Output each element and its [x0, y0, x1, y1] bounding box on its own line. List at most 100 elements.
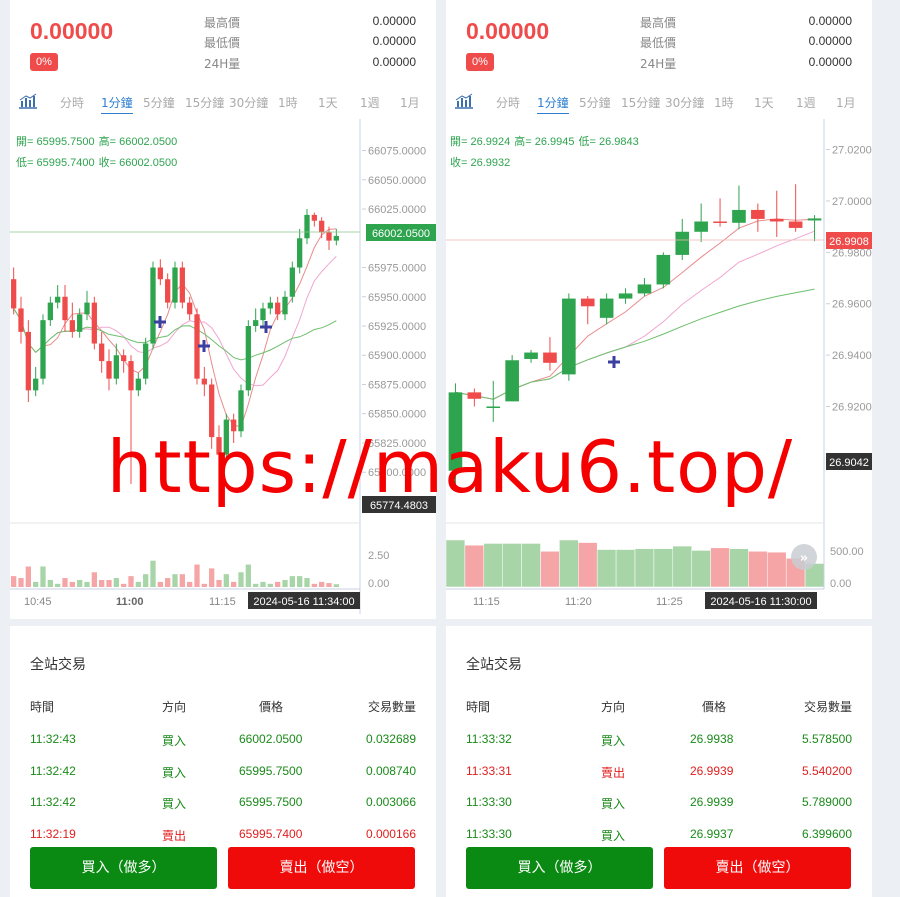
tab-1min[interactable]: 1分鐘: [537, 94, 569, 114]
volume-bar: [231, 581, 237, 587]
tab-1day[interactable]: 1天: [754, 94, 774, 111]
tab-1month[interactable]: 1月: [836, 94, 856, 111]
trade-side: 買入: [601, 828, 626, 843]
indicator-chart-icon[interactable]: [18, 93, 38, 109]
volume-axis-label: 0.00: [368, 578, 389, 590]
scroll-to-latest-icon[interactable]: »: [791, 544, 817, 570]
price-axis-label: 27.0200: [832, 145, 872, 157]
trade-price: 26.9939: [690, 763, 734, 778]
tab-1hour[interactable]: 1時: [714, 94, 734, 111]
volume-bar: [483, 543, 503, 588]
volume-bar: [559, 539, 579, 588]
candle-body: [11, 279, 17, 309]
trade-time: 11:33:32: [466, 732, 512, 746]
volume-bar: [729, 548, 749, 588]
volume-bar: [333, 584, 339, 587]
candlestick-chart[interactable]: 開= 65995.7500 高= 66002.0500 低= 65995.7400…: [10, 119, 436, 619]
trade-time: 11:32:42: [30, 763, 76, 778]
candle-body: [179, 267, 185, 303]
volume-bar: [179, 574, 185, 587]
candle-body: [618, 293, 633, 299]
candle-body: [311, 214, 317, 221]
volume-bar: [446, 539, 466, 588]
trade-time: 11:33:31: [466, 763, 512, 778]
tab-1month[interactable]: 1月: [400, 94, 420, 111]
ma20-line: [13, 308, 337, 361]
candle-body: [157, 267, 163, 280]
candle-body: [580, 298, 595, 307]
trades-title: 全站交易: [30, 657, 86, 673]
trade-row: 11:32:19 賣出 65995.7400 0.000166: [10, 827, 436, 847]
candle-body: [713, 221, 727, 223]
tab-15min[interactable]: 15分鐘: [185, 94, 224, 111]
stat-low-label: 最低價: [640, 36, 677, 50]
tab-1day[interactable]: 1天: [318, 94, 338, 111]
tab-15min[interactable]: 15分鐘: [621, 94, 660, 111]
price-axis-label: 65875.0000: [368, 379, 426, 391]
trade-time: 11:32:42: [30, 795, 76, 809]
tab-1week[interactable]: 1週: [360, 94, 380, 111]
sell-short-button[interactable]: 賣出（做空）: [664, 847, 851, 889]
signal-marker-icon: [608, 356, 620, 368]
trade-price: 26.9939: [690, 795, 734, 809]
price-axis-label: 65850.0000: [368, 409, 426, 421]
candle-body: [505, 360, 519, 402]
tab-1week[interactable]: 1週: [796, 94, 816, 111]
trade-qty: 5.789000: [801, 795, 852, 809]
ohlc-high: 高= 66002.0500: [99, 134, 178, 148]
time-axis-label: 11:15: [473, 596, 500, 608]
trade-row: 11:33:31 賣出 26.9939 5.540200: [446, 764, 872, 784]
buy-long-button[interactable]: 買入（做多）: [466, 847, 653, 889]
tab-30min[interactable]: 30分鐘: [665, 94, 704, 111]
crosshair-price-tag: 26.9042: [829, 457, 869, 469]
tab-time-share[interactable]: 分時: [496, 94, 520, 111]
trade-row: 11:33:32 買入 26.9938 5.578500: [446, 732, 872, 752]
trade-price: 66002.0500: [239, 732, 303, 746]
tab-time-share[interactable]: 分時: [60, 94, 84, 111]
volume-bar: [113, 578, 119, 587]
trade-price: 26.9938: [690, 732, 734, 746]
volume-bar: [62, 578, 68, 587]
volume-bar: [165, 578, 171, 587]
candle-body: [769, 218, 784, 222]
volume-bar: [25, 566, 31, 587]
candle-body: [209, 384, 215, 438]
tab-5min[interactable]: 5分鐘: [579, 94, 611, 111]
candle-body: [47, 302, 53, 321]
trade-qty: 0.008740: [365, 763, 416, 778]
tab-1hour[interactable]: 1時: [278, 94, 298, 111]
tab-5min[interactable]: 5分鐘: [143, 94, 175, 111]
candle-body: [187, 302, 193, 315]
volume-bar: [99, 579, 105, 587]
left-chart-svg[interactable]: 開= 65995.7500 高= 66002.0500 低= 65995.7400…: [10, 119, 436, 619]
volume-bar: [502, 543, 522, 588]
volume-bar: [40, 566, 46, 587]
candle-body: [62, 296, 68, 321]
stat-volume-value: 0.00000: [808, 55, 852, 69]
indicator-chart-icon[interactable]: [454, 93, 474, 109]
signal-marker-icon: [198, 340, 210, 352]
tab-1min[interactable]: 1分鐘: [101, 94, 133, 114]
trade-time: 11:33:30: [466, 826, 512, 841]
tab-30min[interactable]: 30分鐘: [229, 94, 268, 111]
sell-short-button[interactable]: 賣出（做空）: [228, 847, 415, 889]
right-chart-svg[interactable]: 開= 26.9924 高= 26.9945 低= 26.9843 收= 26.993…: [446, 119, 872, 619]
candle-body: [282, 296, 288, 315]
th-qty: 交易數量: [803, 700, 852, 714]
volume-bar: [672, 545, 692, 588]
th-time: 時間: [30, 700, 55, 714]
candle-body: [223, 419, 229, 455]
price-axis-label: 65950.0000: [368, 292, 426, 304]
candlestick-chart[interactable]: 開= 26.9924 高= 26.9945 低= 26.9843 收= 26.993…: [446, 119, 872, 619]
last-price-tag: 26.9908: [829, 236, 869, 248]
buy-long-button[interactable]: 買入（做多）: [30, 847, 217, 889]
ohlc-close: 收= 26.9932: [450, 155, 510, 169]
time-axis-label: 11:00: [116, 596, 144, 608]
ticker-header: 0.00000 0% 最高價 最低價 24H量 0.00000 0.00000 …: [10, 0, 436, 85]
candle-body: [637, 284, 652, 294]
crosshair-time-tag: 2024-05-16 11:34:00: [253, 596, 354, 608]
volume-bar: [311, 583, 317, 587]
volume-bar: [55, 583, 61, 587]
volume-bar: [267, 583, 273, 587]
price-axis-label: 65900.0000: [368, 350, 426, 362]
